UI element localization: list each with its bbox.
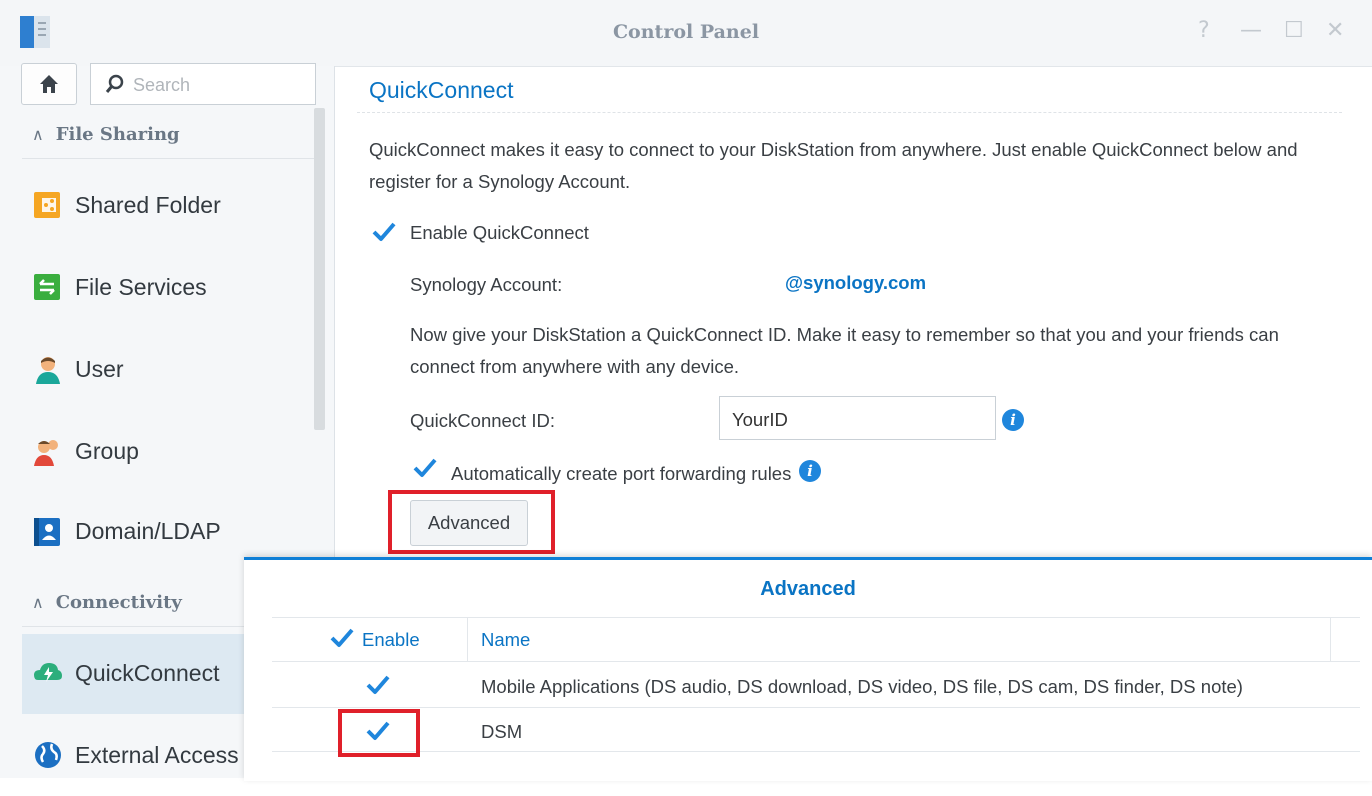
sidebar-item-label: Domain/LDAP	[75, 518, 221, 544]
port-forwarding-label[interactable]: Automatically create port forwarding rul…	[451, 463, 791, 485]
column-header-name[interactable]: Name	[481, 629, 530, 651]
shared-folder-icon	[34, 192, 60, 218]
user-icon	[36, 357, 60, 384]
id-intro-line2: connect from anywhere with any device.	[410, 356, 740, 377]
title-bar: Control Panel ? — ☐ ✕	[0, 0, 1372, 67]
home-icon	[40, 75, 58, 93]
sidebar-item-label: Group	[75, 438, 139, 464]
sidebar-item-label: QuickConnect	[75, 660, 220, 686]
quickconnect-id-label: QuickConnect ID:	[410, 410, 555, 431]
dialog-title: Advanced	[760, 578, 856, 600]
synology-account-label: Synology Account:	[410, 274, 563, 295]
column-divider	[1330, 617, 1331, 661]
intro-text-line2: register for a Synology Account.	[369, 171, 631, 192]
port-forwarding-checkbox[interactable]	[413, 456, 437, 480]
search-icon	[105, 74, 124, 93]
row-enable-checkbox[interactable]	[366, 673, 390, 697]
group-icon	[34, 440, 58, 466]
info-icon[interactable]: i	[799, 460, 821, 482]
section-divider	[22, 158, 314, 159]
sidebar-item-shared-folder[interactable]: Shared Folder	[22, 166, 314, 246]
quickconnect-id-input[interactable]: YourID	[719, 396, 996, 440]
sidebar-item-file-services[interactable]: File Services	[22, 248, 314, 328]
help-icon[interactable]: ?	[1198, 18, 1210, 43]
close-icon[interactable]: ✕	[1326, 18, 1344, 43]
sidebar-item-user[interactable]: User	[22, 330, 314, 410]
chevron-up-icon: ∧	[32, 125, 44, 144]
highlight-box-advanced	[388, 490, 555, 554]
sidebar-item-label: Shared Folder	[75, 192, 221, 218]
column-divider	[467, 617, 468, 661]
minimize-icon[interactable]: —	[1240, 18, 1262, 43]
page-title: QuickConnect	[369, 77, 514, 103]
sidebar-item-label: File Services	[75, 274, 207, 300]
sidebar-scrollbar[interactable]	[314, 108, 325, 430]
search-box[interactable]	[90, 63, 316, 105]
enable-all-checkbox[interactable]	[330, 626, 354, 650]
row-divider	[272, 751, 1360, 752]
synology-account-value[interactable]: @synology.com	[785, 272, 926, 294]
section-file-sharing[interactable]: ∧ File Sharing	[32, 124, 180, 145]
info-icon[interactable]: i	[1002, 409, 1024, 431]
advanced-dialog: Advanced Enable Name Mobile Applications…	[244, 557, 1372, 781]
title-divider	[357, 112, 1342, 113]
highlight-box-dsm	[338, 709, 420, 757]
sidebar-item-label: User	[75, 356, 124, 382]
id-intro-line1: Now give your DiskStation a QuickConnect…	[410, 324, 1279, 345]
intro-text-line1: QuickConnect makes it easy to connect to…	[369, 139, 1298, 160]
enable-quickconnect-label[interactable]: Enable QuickConnect	[410, 222, 589, 244]
home-button[interactable]	[21, 63, 77, 105]
file-services-icon	[34, 274, 60, 300]
search-input[interactable]	[131, 72, 305, 98]
maximize-icon[interactable]: ☐	[1284, 18, 1304, 43]
sidebar-item-label: External Access	[75, 742, 239, 768]
enable-quickconnect-checkbox[interactable]	[372, 220, 396, 244]
section-connectivity[interactable]: ∧ Connectivity	[32, 592, 182, 613]
header-top-line	[272, 617, 1360, 618]
quickconnect-icon	[34, 663, 62, 682]
header-bottom-line	[272, 661, 1360, 662]
window-title: Control Panel	[612, 21, 760, 43]
row-divider	[272, 707, 1360, 708]
domain-ldap-icon	[34, 518, 60, 546]
column-header-enable[interactable]: Enable	[362, 629, 420, 651]
sidebar-item-group[interactable]: Group	[22, 412, 314, 492]
chevron-up-icon: ∧	[32, 593, 44, 612]
table-cell-name: Mobile Applications (DS audio, DS downlo…	[481, 676, 1243, 697]
external-access-icon	[35, 742, 61, 768]
table-cell-name: DSM	[481, 721, 523, 742]
